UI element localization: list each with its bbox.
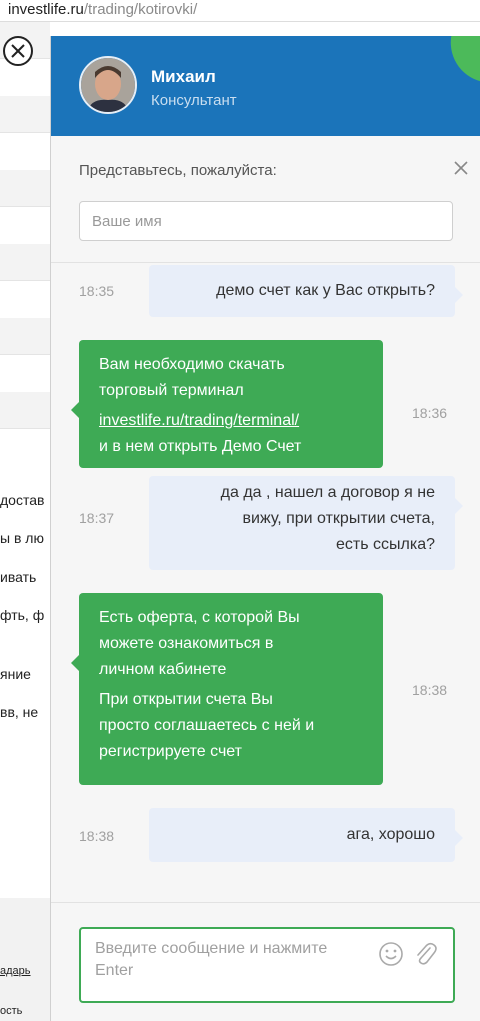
message-time: 18:35: [79, 283, 115, 299]
emoji-button[interactable]: [378, 941, 404, 967]
address-bar[interactable]: investlife.ru/trading/kotirovki/: [0, 0, 480, 22]
bg-text-fragment: яние: [0, 666, 31, 682]
bg-row: [0, 392, 50, 429]
bg-text-fragment: вв, не: [0, 704, 39, 720]
bg-text-fragment: ивать: [0, 569, 37, 585]
terminal-link[interactable]: investlife.ru/trading/terminal/: [99, 408, 363, 434]
agent-message: Есть оферта, с которой Вы можете ознаком…: [71, 593, 383, 785]
smile-icon: [379, 942, 403, 966]
close-intro-button[interactable]: [451, 158, 471, 178]
message-line: вижу, при открытии счета,: [242, 510, 436, 527]
intro-label: Представьтесь, пожалуйста:: [79, 162, 277, 179]
bg-row: [0, 96, 50, 133]
chat-header: Михаил Консультант: [51, 36, 480, 136]
placeholder-line: Введите сообщение и нажмите: [95, 940, 328, 957]
avatar: [79, 56, 137, 114]
url-path: /trading/kotirovki/: [83, 1, 198, 18]
url-domain: investlife.ru: [8, 1, 84, 18]
message-time: 18:36: [412, 405, 448, 421]
message-line: просто соглашаетесь с ней и: [99, 717, 315, 734]
message-line: демо счет как у Вас открыть?: [216, 282, 435, 299]
background-page: дocтав ы в лю ивать фть, ф яние вв, не а…: [0, 22, 50, 1021]
agent-name: Михаил: [151, 67, 216, 86]
agent-message: Вам необходимо скачать торговый терминал…: [71, 340, 383, 468]
bg-footer: адарь ость: [0, 898, 50, 1021]
message-input[interactable]: Введите сообщение и нажмите Enter: [79, 927, 455, 1003]
bg-footer-text: ость: [0, 1005, 23, 1017]
bg-text-fragment: фть, ф: [0, 607, 45, 623]
name-input[interactable]: [79, 201, 453, 241]
user-message: да да , нашел а договор я не вижу, при о…: [149, 476, 463, 570]
bg-footer-link[interactable]: адарь: [0, 965, 31, 977]
message-line: Вам необходимо скачать: [99, 356, 285, 373]
attach-button[interactable]: [412, 940, 438, 968]
message-line: личном кабинете: [99, 661, 227, 678]
bg-text-fragment: дocтав: [0, 492, 45, 508]
placeholder-line: Enter: [95, 962, 134, 979]
close-icon: [11, 44, 25, 58]
message-time: 18:37: [79, 510, 115, 526]
divider: [51, 262, 480, 263]
bg-row: [0, 318, 50, 355]
close-icon: [454, 161, 468, 175]
message-line: и в нем открыть Демо Счет: [99, 438, 302, 455]
message-line: Есть оферта, с которой Вы: [99, 609, 300, 626]
message-line: есть ссылка?: [336, 536, 435, 553]
message-line: регистрируете счет: [99, 743, 242, 760]
message-input-area: Введите сообщение и нажмите Enter: [51, 902, 480, 1021]
bg-row: [0, 170, 50, 207]
agent-role: Консультант: [151, 92, 237, 109]
message-time: 18:38: [412, 682, 448, 698]
message-line: торговый терминал: [99, 382, 244, 399]
close-chat-button[interactable]: [3, 36, 33, 66]
brand-leaf-decoration: [445, 36, 480, 83]
message-line: да да , нашел а договор я не: [220, 484, 435, 501]
agent-photo: [81, 58, 135, 112]
user-message: ага, хорошо: [149, 808, 463, 862]
bg-row: [0, 244, 50, 281]
user-message: демо счет как у Вас открыть?: [149, 265, 463, 317]
bg-text-fragment: ы в лю: [0, 530, 44, 546]
message-line: При открытии счета Вы: [99, 691, 273, 708]
paperclip-icon: [417, 942, 437, 965]
message-time: 18:38: [79, 828, 115, 844]
message-placeholder: Введите сообщение и нажмите Enter: [95, 938, 375, 982]
chat-widget: Михаил Консультант Представьтесь, пожалу…: [50, 36, 480, 1021]
message-line: можете ознакомиться в: [99, 635, 274, 652]
message-line: ага, хорошо: [346, 826, 435, 843]
